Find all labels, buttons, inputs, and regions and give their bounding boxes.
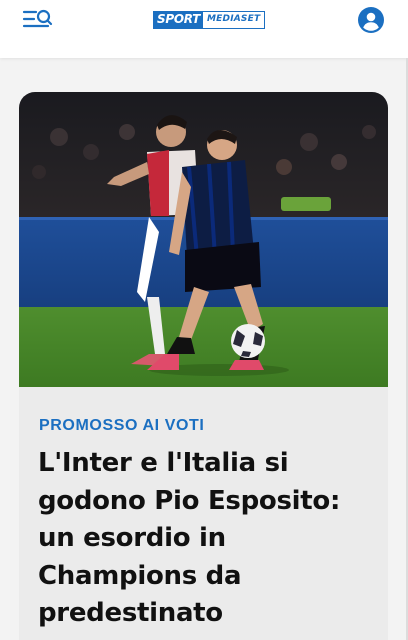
article-headline[interactable]: L'Inter e l'Italia si godono Pio Esposit… [38,445,358,633]
sport-mediaset-logo[interactable]: SPORT MEDIASET [153,11,266,29]
menu-search-icon[interactable] [22,8,54,32]
top-header: SPORT MEDIASET [0,0,408,58]
article-kicker[interactable]: PROMOSSO AI VOTI [39,417,204,435]
user-account-icon[interactable] [358,7,384,33]
logo-word-mediaset: MEDIASET [203,12,265,28]
logo-word-sport: SPORT [154,12,204,28]
article-card[interactable]: PROMOSSO AI VOTI L'Inter e l'Italia si g… [19,92,388,640]
article-photo[interactable] [19,92,388,387]
